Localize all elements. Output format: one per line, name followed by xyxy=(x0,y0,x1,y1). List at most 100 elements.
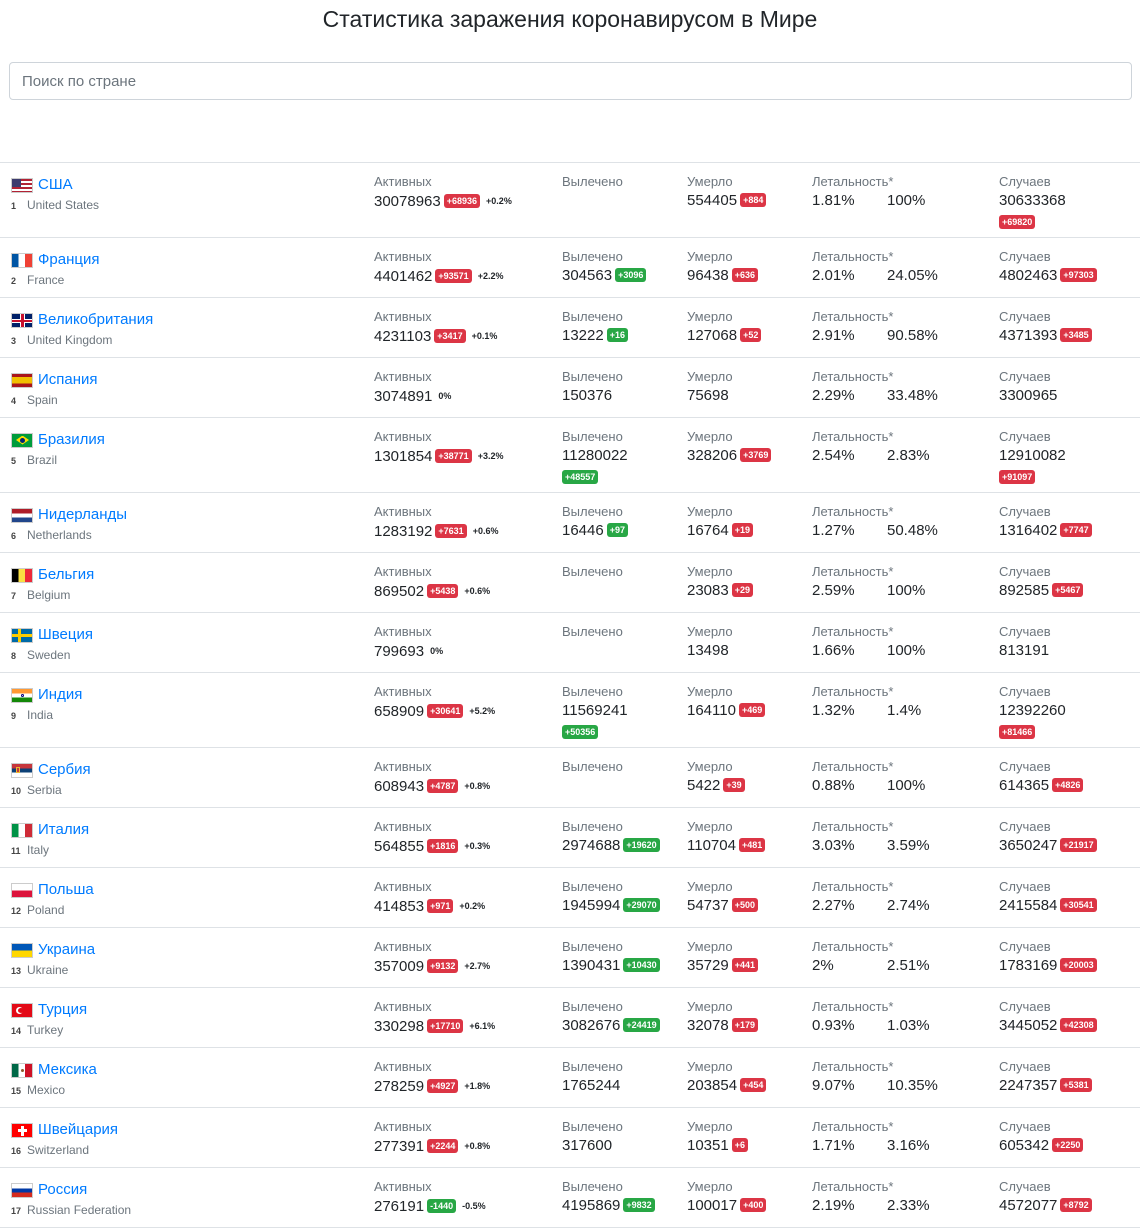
active-delta-badge: +5438 xyxy=(427,584,459,598)
active-percent: +0.8% xyxy=(464,1141,491,1151)
cases-label: Случаев xyxy=(999,624,1051,639)
recovered-value: 317600 xyxy=(562,1137,613,1154)
active-label: Активных xyxy=(374,1119,432,1134)
cases-value: 30633368 xyxy=(999,192,1066,209)
country-link[interactable]: Швейцария xyxy=(38,1120,118,1140)
country-link[interactable]: Бельгия xyxy=(38,565,94,585)
active-percent: +0.2% xyxy=(486,196,512,206)
country-link[interactable]: Индия xyxy=(38,685,82,705)
lethality-label: Летальность* xyxy=(812,1179,894,1194)
lethality-value: 2.29% xyxy=(812,387,855,404)
lethality-closed-cell: 100% xyxy=(887,190,925,211)
active-delta-badge: -1440 xyxy=(427,1199,457,1213)
cases-value: 4572077 xyxy=(999,1197,1058,1214)
recovered-label: Вылечено xyxy=(562,1179,623,1194)
country-name-en: Brazil xyxy=(27,453,58,467)
active-value: 4231103 xyxy=(374,328,432,345)
rank-number: 16 xyxy=(11,1146,22,1156)
recovered-label: Вылечено xyxy=(562,879,623,894)
rank-number: 8 xyxy=(11,651,17,661)
cases-cell: Случаев 605342 +2250 xyxy=(999,1119,1084,1156)
cases-cell: Случаев 614365 +4826 xyxy=(999,759,1084,796)
deaths-value: 13498 xyxy=(687,642,729,659)
lethality-closed-value: 100% xyxy=(887,777,926,794)
lethality-cell: Летальность* 1.71% xyxy=(812,1119,893,1156)
cases-cell: Случаев 4572077 +8792 xyxy=(999,1179,1092,1216)
deaths-label: Умерло xyxy=(687,879,733,894)
country-link[interactable]: Италия xyxy=(38,820,89,840)
country-link[interactable]: Франция xyxy=(38,250,99,270)
active-value: 1283192 xyxy=(374,523,433,540)
deaths-value: 16764 xyxy=(687,522,729,539)
active-cell: Активных 608943 +4787 +0.8% xyxy=(374,759,490,797)
lethality-closed-value: 3.59% xyxy=(887,837,930,854)
deaths-value: 35729 xyxy=(687,957,729,974)
deaths-cell: Умерло 554405 +884 xyxy=(687,174,767,211)
active-delta-badge: +68936 xyxy=(443,194,481,208)
country-link[interactable]: Великобритания xyxy=(38,310,153,330)
active-delta-badge: +4787 xyxy=(427,779,459,793)
country-link[interactable]: Сербия xyxy=(38,760,91,780)
deaths-value: 328206 xyxy=(687,447,738,464)
deaths-cell: Умерло 96438 +636 xyxy=(687,249,758,286)
deaths-value: 127068 xyxy=(687,327,738,344)
cases-label: Случаев xyxy=(999,1179,1051,1194)
cases-delta-badge: +5467 xyxy=(1052,583,1084,597)
country-link[interactable]: Украина xyxy=(38,940,95,960)
lethality-closed-cell: 33.48% xyxy=(887,385,938,406)
active-label: Активных xyxy=(374,624,432,639)
country-name-en: Netherlands xyxy=(27,528,92,542)
table-row: Италия 11 Italy Активных 564855 +1816 +0.3%… xyxy=(0,808,1140,868)
flag-fr-icon xyxy=(11,252,33,268)
deaths-label: Умерло xyxy=(687,759,733,774)
country-cell: Украина 13 Ukraine xyxy=(11,939,95,979)
lethality-cell: Летальность* 2.19% xyxy=(812,1179,893,1216)
search-input[interactable] xyxy=(9,62,1132,100)
flag-pl-icon xyxy=(11,882,33,898)
lethality-value: 3.03% xyxy=(812,837,855,854)
lethality-closed-cell: 1.4% xyxy=(887,700,921,721)
country-link[interactable]: Нидерланды xyxy=(38,505,127,525)
deaths-cell: Умерло 32078 +179 xyxy=(687,999,758,1036)
recovered-cell: Вылечено xyxy=(562,564,623,581)
active-percent: 0% xyxy=(438,391,452,401)
active-value: 30078963 xyxy=(374,193,441,210)
recovered-cell: Вылечено xyxy=(562,759,623,776)
active-label: Активных xyxy=(374,684,432,699)
lethality-label: Летальность* xyxy=(812,999,894,1014)
country-link[interactable]: Швеция xyxy=(38,625,93,645)
country-link[interactable]: Испания xyxy=(38,370,98,390)
cases-cell: Случаев 813191 xyxy=(999,624,1051,661)
deaths-value: 554405 xyxy=(687,192,738,209)
recovered-label: Вылечено xyxy=(562,819,623,834)
cases-label: Случаев xyxy=(999,174,1051,189)
flag-tr-icon xyxy=(11,1002,33,1018)
deaths-cell: Умерло 10351 +6 xyxy=(687,1119,748,1156)
deaths-delta-badge: +52 xyxy=(740,328,762,342)
country-link[interactable]: Польша xyxy=(38,880,94,900)
country-link[interactable]: Россия xyxy=(38,1180,87,1200)
lethality-closed-cell: 24.05% xyxy=(887,265,938,286)
recovered-cell: Вылечено 11569241 +50356 xyxy=(562,684,628,739)
table-row: Бразилия 5 Brazil Активных 1301854 +38771 +… xyxy=(0,418,1140,493)
table-row: Сербия 10 Serbia Активных 608943 +4787 +0.8… xyxy=(0,748,1140,808)
deaths-value: 54737 xyxy=(687,897,729,914)
country-link[interactable]: Бразилия xyxy=(38,430,105,450)
country-link[interactable]: Турция xyxy=(38,1000,87,1020)
cases-label: Случаев xyxy=(999,249,1051,264)
lethality-cell: Летальность* 2.59% xyxy=(812,564,893,601)
recovered-label: Вылечено xyxy=(562,174,623,189)
lethality-closed-value: 1.03% xyxy=(887,1017,930,1034)
flag-in-icon xyxy=(11,687,33,703)
country-link[interactable]: Мексика xyxy=(38,1060,97,1080)
deaths-value: 23083 xyxy=(687,582,729,599)
deaths-label: Умерло xyxy=(687,684,733,699)
active-label: Активных xyxy=(374,1059,432,1074)
lethality-closed-cell: 10.35% xyxy=(887,1075,938,1096)
lethality-closed-value: 50.48% xyxy=(887,522,938,539)
rank-number: 4 xyxy=(11,396,17,406)
deaths-label: Умерло xyxy=(687,429,733,444)
country-link[interactable]: США xyxy=(38,175,73,195)
table-row: Испания 4 Spain Активных 3074891 0% Вылече… xyxy=(0,358,1140,418)
active-cell: Активных 276191 -1440 -0.5% xyxy=(374,1179,486,1217)
